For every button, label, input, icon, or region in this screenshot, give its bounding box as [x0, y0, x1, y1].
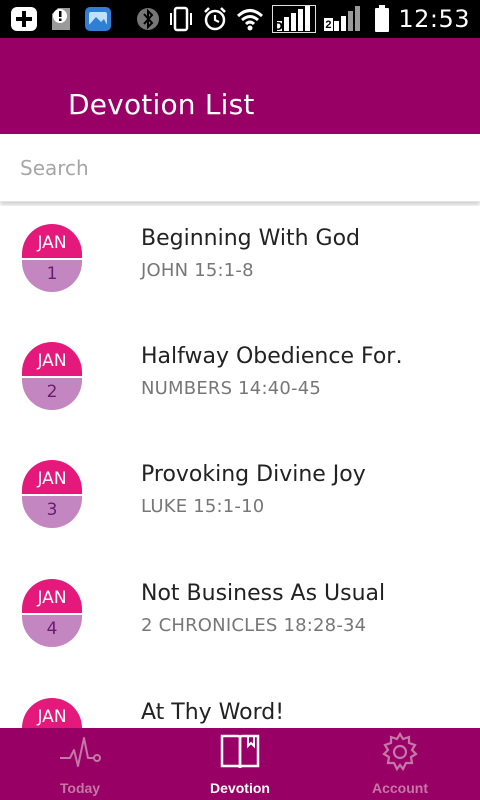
- scripture-reference: NUMBERS 14:40-45: [141, 378, 322, 399]
- badge-day: 2: [22, 378, 82, 410]
- badge-month: JAN: [22, 460, 82, 494]
- badge-month: JAN: [22, 342, 82, 376]
- vibrate-icon: [168, 6, 194, 32]
- status-time: 12:53: [398, 5, 470, 33]
- book-icon: [218, 732, 262, 772]
- scripture-reference: LUKE 15:1-10: [141, 496, 265, 517]
- tab-devotion[interactable]: Devotion: [160, 728, 320, 800]
- devotion-title: At Thy Word!: [141, 700, 285, 725]
- scripture-reference: 2 CHRONICLES 18:28-34: [141, 615, 367, 636]
- alarm-icon: [202, 6, 228, 32]
- sim2-label: 2: [325, 19, 332, 31]
- badge-day: 1: [22, 260, 82, 292]
- search-input[interactable]: [20, 150, 460, 186]
- date-badge: JAN 3: [22, 460, 82, 528]
- badge-month: JAN: [22, 698, 82, 728]
- date-badge: JAN 1: [22, 224, 82, 292]
- status-bar-right: D 2 12:53: [136, 4, 470, 34]
- badge-day: 3: [22, 496, 82, 528]
- date-badge: JAN: [22, 698, 82, 728]
- devotion-title: Beginning With God: [141, 226, 361, 251]
- badge-month: JAN: [22, 579, 82, 613]
- image-icon: [84, 6, 112, 32]
- list-item[interactable]: JAN 1 Beginning With God JOHN 15:1-8: [0, 206, 480, 324]
- badge-month: JAN: [22, 224, 82, 258]
- battery-icon: [374, 5, 390, 32]
- bluetooth-icon: [136, 6, 160, 32]
- devotion-list: JAN 1 Beginning With God JOHN 15:1-8 JAN…: [0, 206, 480, 728]
- badge-day: 4: [22, 615, 82, 647]
- devotion-title: Provoking Divine Joy: [141, 462, 366, 487]
- tab-devotion-label: Devotion: [210, 780, 270, 796]
- page-title: Devotion List: [68, 88, 255, 121]
- bottom-nav: Today Devotion Account: [0, 726, 480, 800]
- signal-icon: D: [272, 5, 317, 33]
- gear-icon: [378, 731, 422, 772]
- list-item[interactable]: JAN 2 Halfway Obedience For… NUMBERS 14:…: [0, 324, 480, 442]
- tab-today[interactable]: Today: [0, 728, 160, 800]
- add-icon: [10, 6, 38, 32]
- status-bar: D 2 12:53: [0, 0, 480, 38]
- devotion-title: Not Business As Usual: [141, 581, 386, 606]
- devotion-title: Halfway Obedience For…: [141, 344, 401, 369]
- svg-text:D: D: [274, 20, 283, 32]
- list-item[interactable]: JAN At Thy Word!: [0, 680, 480, 728]
- signal-2-icon: 2: [324, 6, 366, 32]
- date-badge: JAN 2: [22, 342, 82, 410]
- scripture-reference: JOHN 15:1-8: [141, 260, 254, 281]
- wifi-icon: [236, 6, 264, 32]
- app-bar: Devotion List: [0, 38, 480, 134]
- tab-account[interactable]: Account: [320, 728, 480, 800]
- status-bar-left: [10, 5, 112, 33]
- list-item[interactable]: JAN 4 Not Business As Usual 2 CHRONICLES…: [0, 561, 480, 679]
- date-badge: JAN 4: [22, 579, 82, 647]
- list-item[interactable]: JAN 3 Provoking Divine Joy LUKE 15:1-10: [0, 442, 480, 560]
- tab-account-label: Account: [372, 780, 428, 796]
- alert-sim-icon: [48, 6, 74, 32]
- heartbeat-icon: [58, 732, 102, 772]
- tab-today-label: Today: [59, 780, 101, 796]
- search-bar: [0, 134, 480, 202]
